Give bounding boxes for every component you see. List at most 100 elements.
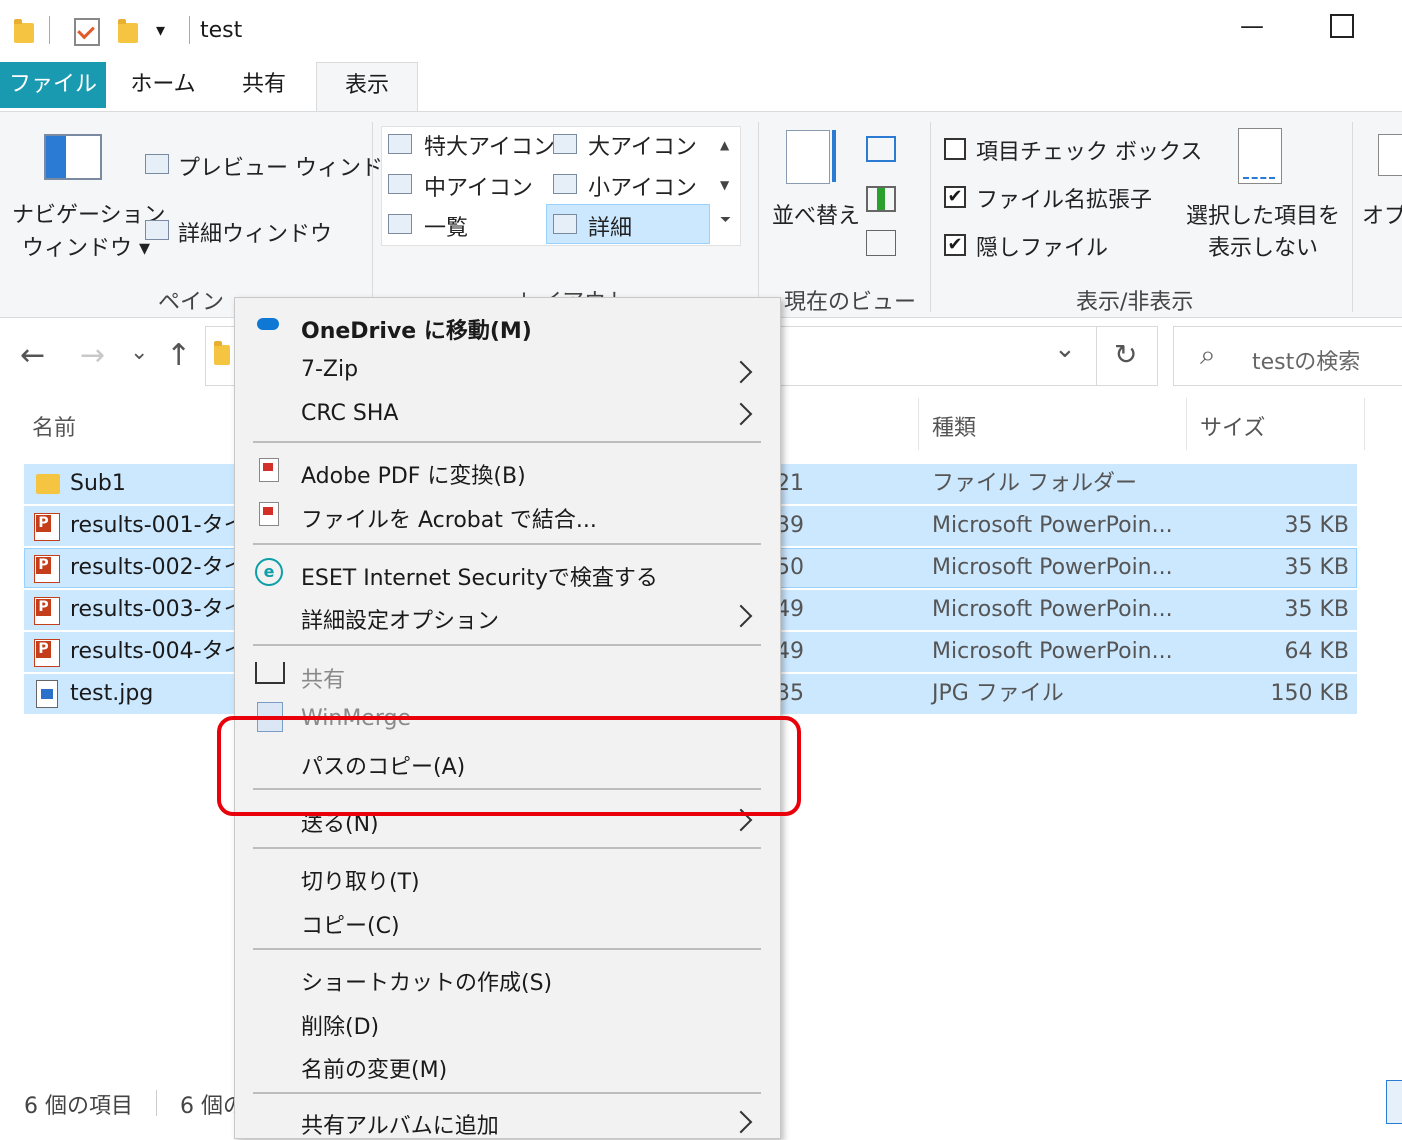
menu-item-share[interactable]: 共有 bbox=[301, 662, 345, 694]
adobe-pdf-icon bbox=[259, 458, 279, 482]
powerpoint-icon bbox=[34, 555, 60, 583]
gallery-scroll-down-icon[interactable]: ▼ bbox=[720, 178, 729, 192]
address-dropdown-icon[interactable]: ⌄ bbox=[1054, 334, 1076, 364]
menu-item-cut[interactable]: 切り取り(T) bbox=[301, 864, 420, 896]
tab-share[interactable]: 共有 bbox=[225, 62, 303, 108]
customize-quick-access-icon[interactable]: ▾ bbox=[156, 20, 165, 41]
ribbon: ナビゲーション ウィンドウ ▾ プレビュー ウィンドウ 詳細ウィンドウ ペイン … bbox=[0, 111, 1402, 318]
small-icons-icon bbox=[553, 174, 577, 194]
layout-medium[interactable]: 中アイコン bbox=[424, 170, 533, 202]
add-columns-icon[interactable] bbox=[866, 186, 896, 212]
group-label-current-view: 現在のビュー bbox=[784, 290, 917, 315]
layout-list[interactable]: 一覧 bbox=[424, 210, 468, 242]
onedrive-icon bbox=[257, 318, 279, 330]
new-folder-icon[interactable] bbox=[118, 18, 140, 44]
group-label-show-hide: 表示/非表示 bbox=[1076, 290, 1194, 315]
search-icon: ⌕ bbox=[1200, 338, 1216, 371]
window-title: test bbox=[200, 18, 243, 43]
menu-item-create-shortcut[interactable]: ショートカットの作成(S) bbox=[301, 965, 552, 997]
group-by-icon[interactable] bbox=[866, 136, 896, 162]
file-type: Microsoft PowerPoin... bbox=[932, 555, 1173, 580]
image-file-icon bbox=[36, 680, 58, 708]
column-header-size[interactable]: サイズ bbox=[1200, 410, 1265, 442]
tab-home[interactable]: ホーム bbox=[118, 62, 208, 108]
details-view-toggle-icon[interactable] bbox=[1386, 1080, 1402, 1124]
navigation-pane-label[interactable]: ナビゲーション bbox=[12, 197, 166, 229]
hidden-items-label[interactable]: 隠しファイル bbox=[976, 230, 1108, 262]
title-bar: ▾ test — bbox=[0, 0, 1402, 62]
layout-large[interactable]: 大アイコン bbox=[588, 129, 697, 161]
folder-icon bbox=[36, 474, 60, 494]
submenu-arrow-icon bbox=[729, 360, 753, 384]
menu-item-add-to-album[interactable]: 共有アルバムに追加 bbox=[301, 1108, 499, 1140]
details-pane-icon bbox=[145, 220, 169, 240]
file-name: results-001-タイ bbox=[70, 513, 246, 538]
file-size: 35 KB bbox=[1284, 597, 1349, 622]
layout-extra-large[interactable]: 特大アイコン bbox=[424, 129, 555, 161]
file-name: results-003-タイ bbox=[70, 597, 246, 622]
options-button[interactable]: オプ bbox=[1362, 198, 1402, 230]
properties-icon[interactable] bbox=[74, 18, 100, 46]
column-header-name[interactable]: 名前 bbox=[32, 410, 76, 442]
options-icon[interactable] bbox=[1378, 134, 1402, 176]
file-size: 64 KB bbox=[1284, 639, 1349, 664]
menu-item-copy[interactable]: コピー(C) bbox=[301, 908, 400, 940]
file-extension-checkbox[interactable]: ✔ bbox=[944, 186, 966, 208]
menu-item-delete[interactable]: 削除(D) bbox=[301, 1009, 379, 1041]
menu-item-adobe-convert[interactable]: Adobe PDF に変換(B) bbox=[301, 458, 526, 490]
submenu-arrow-icon bbox=[729, 402, 753, 426]
layout-details[interactable]: 詳細 bbox=[588, 210, 632, 242]
up-arrow-icon[interactable]: ↑ bbox=[166, 338, 191, 373]
file-size: 35 KB bbox=[1284, 513, 1349, 538]
group-label-pane: ペイン bbox=[158, 290, 225, 315]
menu-item-acrobat-combine[interactable]: ファイルを Acrobat で結合... bbox=[301, 502, 597, 534]
navigation-pane-icon[interactable] bbox=[44, 134, 102, 180]
status-item-count: 6 個の項目 bbox=[24, 1094, 133, 1119]
sort-button[interactable]: 並べ替え bbox=[772, 198, 860, 230]
navigation-pane-dropdown[interactable]: ウィンドウ ▾ bbox=[22, 230, 150, 262]
file-size: 35 KB bbox=[1284, 555, 1349, 580]
file-name: results-004-タイ bbox=[70, 639, 246, 664]
search-input[interactable]: testの検索 bbox=[1252, 344, 1360, 376]
acrobat-combine-icon bbox=[259, 502, 279, 526]
forward-arrow-icon[interactable]: → bbox=[80, 338, 105, 373]
tab-file[interactable]: ファイル bbox=[0, 62, 106, 108]
menu-item-onedrive[interactable]: OneDrive に移動(M) bbox=[301, 313, 532, 345]
folder-icon bbox=[14, 18, 36, 44]
file-type: ファイル フォルダー bbox=[932, 471, 1137, 496]
item-checkbox-label[interactable]: 項目チェック ボックス bbox=[976, 134, 1202, 166]
hide-selected-line2[interactable]: 表示しない bbox=[1208, 230, 1318, 262]
sort-icon[interactable] bbox=[786, 130, 830, 184]
preview-pane-button[interactable]: プレビュー ウィンドウ bbox=[178, 150, 405, 182]
hidden-items-checkbox[interactable]: ✔ bbox=[944, 234, 966, 256]
maximize-button[interactable] bbox=[1330, 14, 1354, 38]
size-columns-icon[interactable] bbox=[866, 230, 896, 256]
file-extension-label[interactable]: ファイル名拡張子 bbox=[976, 182, 1152, 214]
highlight-annotation bbox=[217, 716, 801, 816]
ribbon-tabs: ファイル ホーム 共有 表示 bbox=[0, 62, 1402, 113]
column-header-type[interactable]: 種類 bbox=[932, 410, 976, 442]
share-icon bbox=[255, 662, 285, 684]
gallery-more-icon[interactable]: ⏷ bbox=[720, 212, 731, 228]
menu-item-eset-scan[interactable]: ESET Internet Securityで検査する bbox=[301, 560, 658, 592]
hide-selected-line1[interactable]: 選択した項目を bbox=[1186, 198, 1340, 230]
powerpoint-icon bbox=[34, 639, 60, 667]
minimize-button[interactable]: — bbox=[1240, 12, 1264, 40]
layout-small[interactable]: 小アイコン bbox=[588, 170, 697, 202]
submenu-arrow-icon bbox=[729, 604, 753, 628]
recent-locations-icon[interactable]: ⌄ bbox=[130, 340, 148, 365]
tab-view[interactable]: 表示 bbox=[316, 62, 418, 113]
gallery-scroll-up-icon[interactable]: ▲ bbox=[720, 138, 729, 152]
menu-item-eset-advanced[interactable]: 詳細設定オプション bbox=[301, 603, 499, 635]
menu-item-crc-sha[interactable]: CRC SHA bbox=[301, 401, 398, 426]
menu-item-rename[interactable]: 名前の変更(M) bbox=[301, 1052, 447, 1084]
hide-selected-icon[interactable] bbox=[1238, 128, 1282, 184]
list-icon bbox=[388, 214, 412, 234]
item-checkbox-toggle[interactable] bbox=[944, 138, 966, 160]
extra-large-icons-icon bbox=[388, 134, 412, 154]
back-arrow-icon[interactable]: ← bbox=[20, 338, 45, 373]
menu-item-7zip[interactable]: 7-Zip bbox=[301, 357, 358, 382]
refresh-icon[interactable]: ↻ bbox=[1114, 338, 1137, 371]
details-pane-button[interactable]: 詳細ウィンドウ bbox=[178, 216, 332, 248]
large-icons-icon bbox=[553, 134, 577, 154]
